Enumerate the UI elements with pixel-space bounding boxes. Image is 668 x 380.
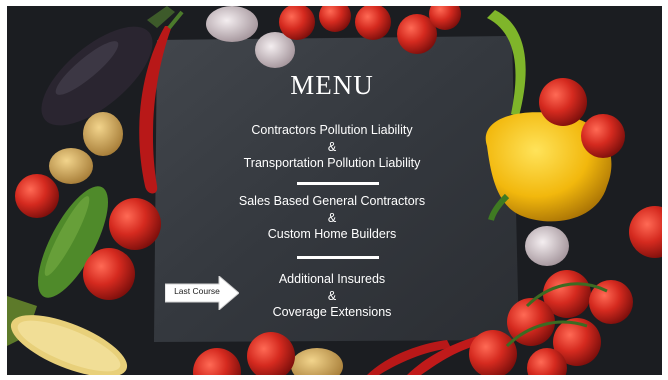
corn-decoration [7,296,128,375]
menu-title: MENU [290,70,374,100]
last-course-label: Last Course [174,286,220,296]
menu-ampersand: & [327,139,337,154]
slide: MENU Contractors Pollution Liability & T… [7,6,662,375]
menu-divider [297,182,379,185]
menu-item: Custom Home Builders [267,227,397,241]
garlic-decoration [206,6,258,42]
menu-group-contractors: Sales Based General Contractors & Custom… [152,193,512,243]
menu-item: Transportation Pollution Liability [243,156,421,170]
menu-item: Sales Based General Contractors [238,194,426,208]
menu-divider [297,256,379,259]
menu-ampersand: & [327,210,337,225]
last-course-arrow: Last Course [165,276,239,310]
menu-group-pollution: Contractors Pollution Liability & Transp… [152,122,512,172]
potato-decoration [83,112,123,156]
menu-item: Contractors Pollution Liability [251,123,413,137]
